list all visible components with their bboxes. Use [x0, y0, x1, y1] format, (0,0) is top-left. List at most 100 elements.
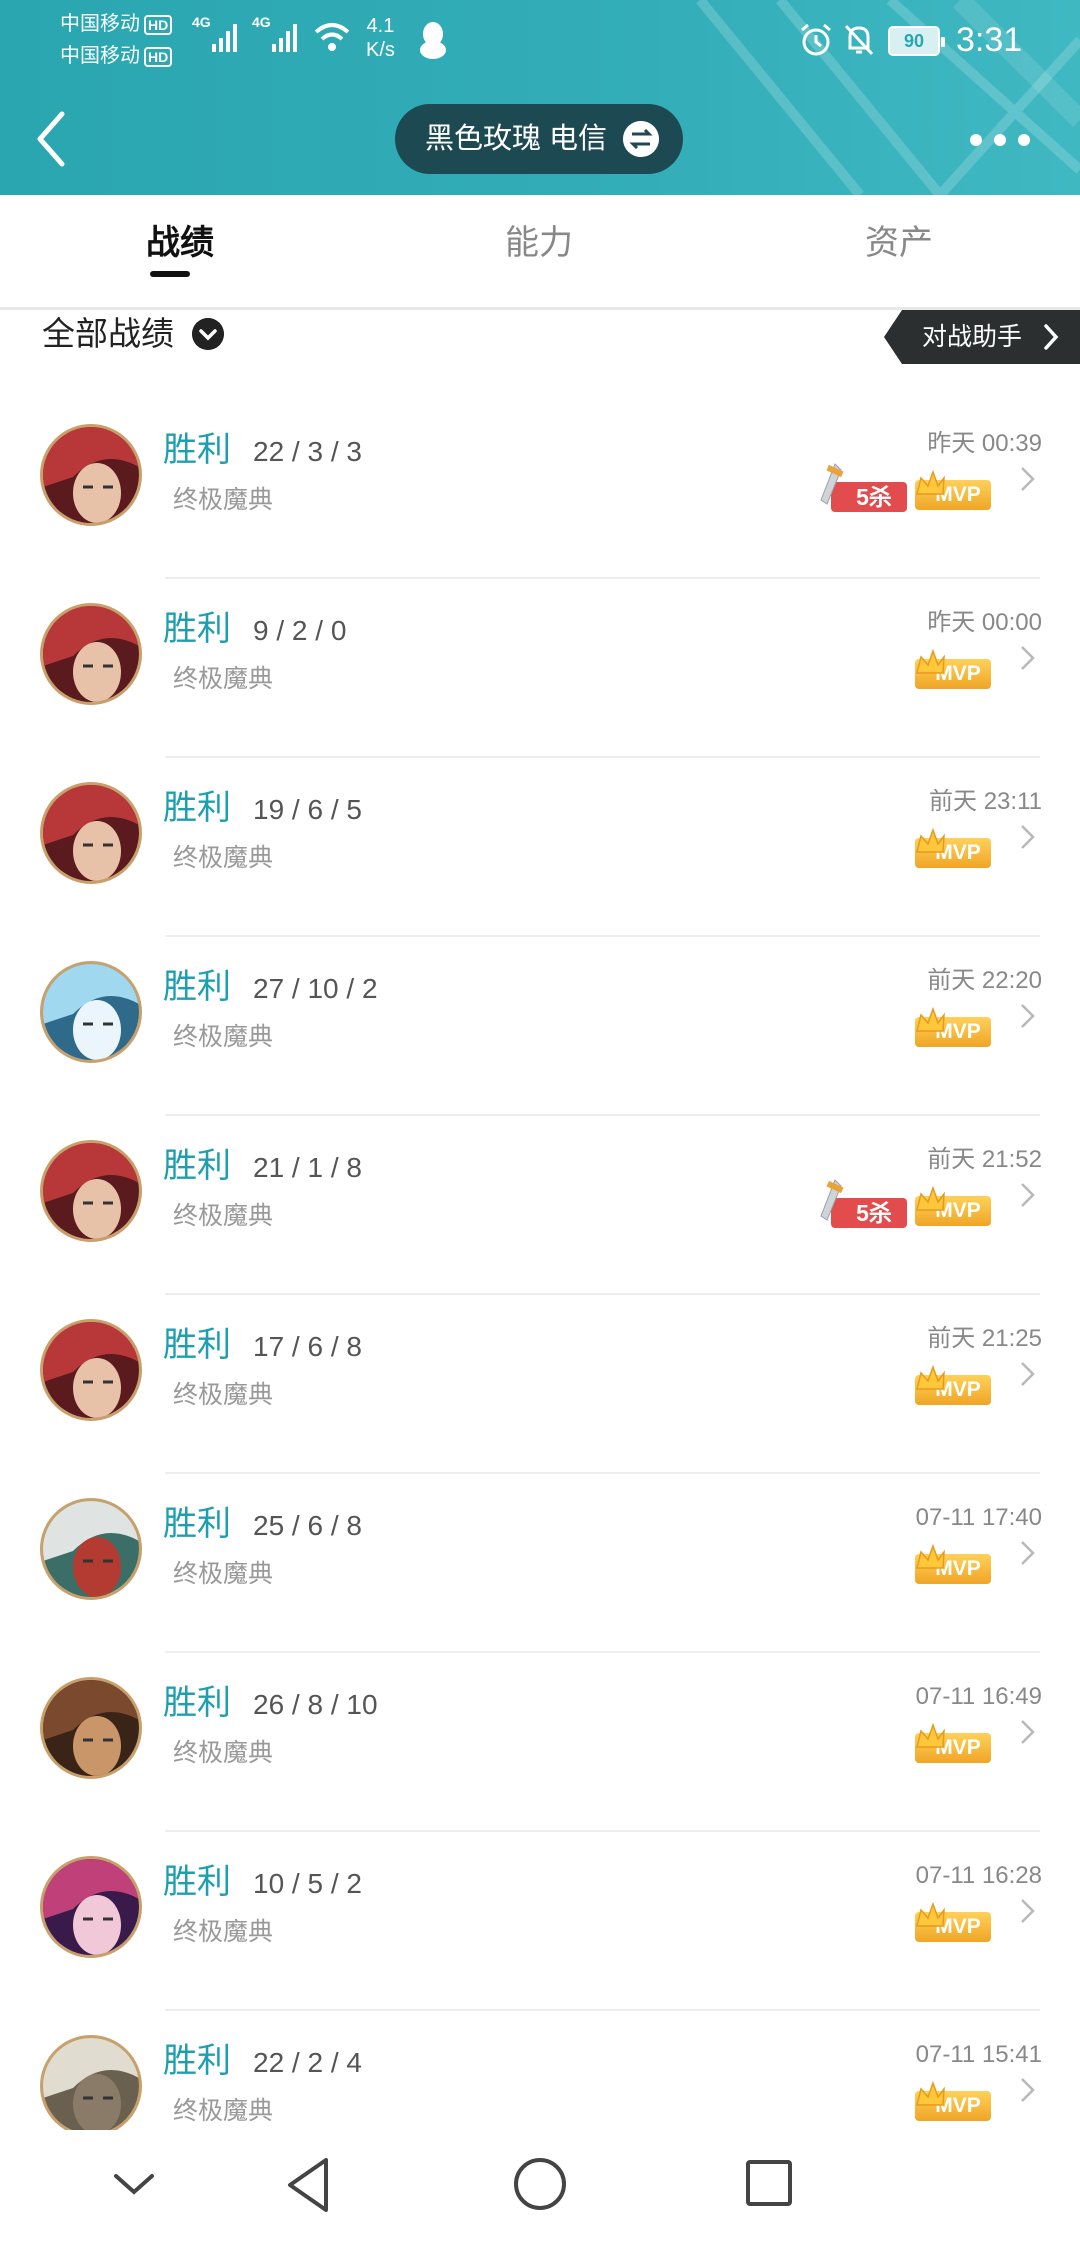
chevron-right-icon: [1021, 1004, 1035, 1028]
match-result: 胜利: [163, 2042, 231, 2080]
match-row[interactable]: 胜利 19 / 6 / 5 终极魔典 前天 23:11 MVP: [0, 758, 1080, 937]
nav-home-icon[interactable]: [512, 2156, 568, 2212]
match-mode: 终极魔典: [173, 844, 274, 872]
crown-icon: [916, 1723, 945, 1748]
match-row[interactable]: 胜利 27 / 10 / 2 终极魔典 前天 22:20 MVP: [0, 937, 1080, 1116]
chevron-right-icon: [1021, 1183, 1035, 1207]
badge-group: MVP: [815, 1715, 995, 1765]
chevron-down-icon[interactable]: [192, 318, 224, 350]
chevron-right-icon: [1021, 1541, 1035, 1565]
hero-avatar: [40, 1856, 142, 1958]
signal-icon: [212, 24, 237, 52]
carrier-1: 中国移动 HD: [60, 12, 173, 36]
badge-group: MVP: [815, 2073, 995, 2123]
chevron-right-icon: [1021, 825, 1035, 849]
match-kda: 22 / 3 / 3: [253, 436, 362, 467]
tab-indicator: [150, 271, 190, 277]
hero-avatar: [40, 603, 142, 705]
crown-icon: [916, 1544, 945, 1569]
hero-avatar: [40, 1677, 142, 1779]
match-mode: 终极魔典: [173, 1381, 274, 1409]
hero-avatar: [40, 1140, 142, 1242]
carrier-2: 中国移动 HD: [60, 44, 173, 68]
more-options-button[interactable]: [962, 116, 1042, 160]
mvp-badge: MVP: [915, 1723, 995, 1763]
chevron-right-icon: [1021, 1720, 1035, 1744]
crown-icon: [916, 649, 945, 674]
match-list: 胜利 22 / 3 / 3 终极魔典 昨天 00:39 5杀 MVP 胜利 9 …: [0, 400, 1080, 2130]
nav-back-icon[interactable]: [284, 2156, 334, 2214]
net-type-2: 4G: [252, 14, 271, 30]
chevron-right-icon: [1021, 467, 1035, 491]
match-time: 07-11 17:40: [915, 1504, 1042, 1531]
mvp-badge: MVP: [915, 1365, 995, 1405]
match-kda: 21 / 1 / 8: [253, 1152, 362, 1183]
match-row[interactable]: 胜利 21 / 1 / 8 终极魔典 前天 21:52 5杀 MVP: [0, 1116, 1080, 1295]
hero-avatar: [40, 1498, 142, 1600]
match-mode: 终极魔典: [173, 1023, 274, 1051]
app-header: 中国移动 HD 中国移动 HD 4G 4G 4.1 K/s 90 3:31 黑色玫瑰 …: [0, 0, 1080, 195]
match-time: 昨天 00:39: [927, 430, 1042, 457]
swap-icon: [623, 121, 659, 157]
match-mode: 终极魔典: [173, 665, 274, 693]
tab-ability[interactable]: 能力: [439, 215, 639, 264]
crown-icon: [916, 1186, 945, 1211]
badge-group: MVP: [815, 1536, 995, 1586]
match-mode: 终极魔典: [173, 2097, 274, 2125]
crown-icon: [916, 828, 945, 853]
badge-group: MVP: [815, 641, 995, 691]
qq-icon: [420, 22, 446, 59]
match-kda: 9 / 2 / 0: [253, 615, 347, 646]
match-row[interactable]: 胜利 10 / 5 / 2 终极魔典 07-11 16:28 MVP: [0, 1832, 1080, 2011]
match-mode: 终极魔典: [173, 486, 274, 514]
mvp-badge: MVP: [915, 1007, 995, 1047]
match-row[interactable]: 胜利 22 / 3 / 3 终极魔典 昨天 00:39 5杀 MVP: [0, 400, 1080, 579]
match-time: 07-11 16:49: [915, 1683, 1042, 1710]
chevron-right-icon: [1021, 1899, 1035, 1923]
penta-kill-badge: 5杀: [817, 1178, 909, 1228]
match-result: 胜利: [163, 610, 231, 648]
match-time: 前天 22:20: [927, 967, 1042, 994]
mvp-badge: MVP: [915, 1902, 995, 1942]
match-kda: 27 / 10 / 2: [253, 973, 378, 1004]
badge-group: MVP: [815, 1357, 995, 1407]
match-result: 胜利: [163, 1326, 231, 1364]
account-switcher[interactable]: 黑色玫瑰 电信: [395, 104, 683, 174]
match-row[interactable]: 胜利 22 / 2 / 4 终极魔典 07-11 15:41 MVP: [0, 2011, 1080, 2130]
match-row[interactable]: 胜利 26 / 8 / 10 终极魔典 07-11 16:49 MVP: [0, 1653, 1080, 1832]
crown-icon: [916, 470, 945, 495]
match-time: 前天 21:52: [927, 1146, 1042, 1173]
match-row[interactable]: 胜利 25 / 6 / 8 终极魔典 07-11 17:40 MVP: [0, 1474, 1080, 1653]
crown-icon: [916, 1007, 945, 1032]
record-filter-dropdown[interactable]: 全部战绩: [42, 312, 174, 356]
match-row[interactable]: 胜利 17 / 6 / 8 终极魔典 前天 21:25 MVP: [0, 1295, 1080, 1474]
sword-icon: [820, 463, 844, 505]
back-button[interactable]: [28, 100, 78, 178]
match-result: 胜利: [163, 1147, 231, 1185]
match-time: 07-11 16:28: [915, 1862, 1042, 1889]
tab-assets[interactable]: 资产: [799, 215, 999, 264]
network-speed: 4.1 K/s: [366, 15, 395, 61]
chevron-right-icon: [1021, 646, 1035, 670]
match-time: 昨天 00:00: [927, 609, 1042, 636]
crown-icon: [916, 1365, 945, 1390]
match-row[interactable]: 胜利 9 / 2 / 0 终极魔典 昨天 00:00 MVP: [0, 579, 1080, 758]
sword-icon: [820, 1179, 844, 1221]
match-kda: 25 / 6 / 8: [253, 1510, 362, 1541]
match-result: 胜利: [163, 1684, 231, 1722]
hide-keyboard-icon[interactable]: [112, 2170, 156, 2200]
badge-group: MVP: [815, 820, 995, 870]
match-result: 胜利: [163, 1505, 231, 1543]
mvp-badge: MVP: [915, 828, 995, 868]
mute-bell-icon: [844, 24, 874, 56]
match-kda: 26 / 8 / 10: [253, 1689, 378, 1720]
match-mode: 终极魔典: [173, 1560, 274, 1588]
tab-records[interactable]: 战绩: [80, 215, 280, 264]
nav-recents-icon[interactable]: [744, 2158, 794, 2208]
mvp-badge: MVP: [915, 1186, 995, 1226]
match-time: 前天 21:25: [927, 1325, 1042, 1352]
signal-icon: [272, 24, 297, 52]
alarm-icon: [801, 23, 831, 56]
match-result: 胜利: [163, 968, 231, 1006]
wifi-icon: [314, 23, 350, 51]
